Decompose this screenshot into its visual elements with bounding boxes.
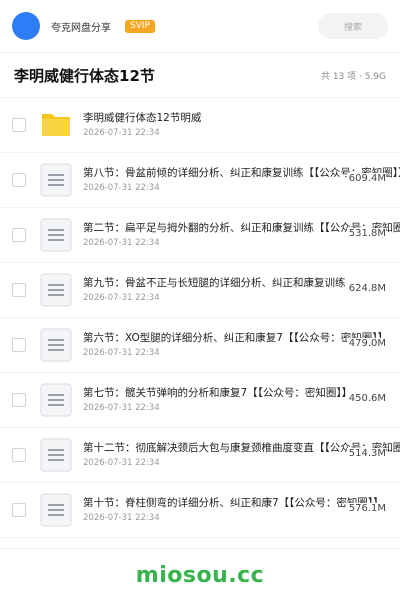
file-time: 2026-07-31 22:34 (83, 238, 160, 248)
file-row[interactable]: 李明威健行体态12节明威 2026-07-31 22:34 (0, 98, 400, 153)
video-file-icon (39, 218, 73, 252)
watermark: miosou.cc (135, 562, 265, 588)
file-time: 2026-07-31 22:34 (83, 128, 160, 138)
file-row[interactable]: 第十二节：彻底解决颈后大包与康复颈椎曲度变直【【公众号：密知圈】】 2026-07… (0, 428, 400, 483)
file-row[interactable]: 第二节：扁平足与拇外翻的分析、纠正和康复训练【【公众号：密知圈】】 2026-07… (0, 208, 400, 263)
file-meta: 李明威健行体态12节明威 2026-07-31 22:34 (83, 111, 400, 139)
file-size: 576.1M (346, 503, 386, 514)
search-button[interactable]: 搜索 (318, 13, 388, 39)
video-file-icon (39, 383, 73, 417)
file-time: 2026-07-31 22:34 (83, 513, 160, 523)
video-file-icon (39, 163, 73, 197)
video-file-icon (39, 438, 73, 472)
video-file-icon (39, 493, 73, 527)
file-size: 531.8M (346, 228, 386, 239)
page-title: 李明威健行体态12节 (14, 66, 155, 85)
file-row[interactable]: 第六节：XO型腿的详细分析、纠正和康复7【【公众号：密知圈】】 2026-07-3… (0, 318, 400, 373)
video-file-icon (39, 328, 73, 362)
svip-badge: SVIP (125, 19, 155, 33)
file-name[interactable]: 李明威健行体态12节明威 (83, 111, 400, 125)
file-row[interactable]: 第七节：髋关节弹响的分析和康复7【【公众号：密知圈】】 2026-07-31 22… (0, 373, 400, 428)
row-checkbox[interactable] (12, 118, 26, 132)
title-bar: 李明威健行体态12节 共 13 项 · 5.9G (0, 53, 400, 98)
video-file-icon (39, 273, 73, 307)
file-time: 2026-07-31 22:34 (83, 183, 160, 193)
row-checkbox[interactable] (12, 503, 26, 517)
footer: miosou.cc (0, 548, 400, 601)
file-time: 2026-07-31 22:34 (83, 403, 160, 413)
row-checkbox[interactable] (12, 173, 26, 187)
file-list: 李明威健行体态12节明威 2026-07-31 22:34 第八节：骨盆前倾的详细分… (0, 98, 400, 538)
share-page: 夸克网盘分享 SVIP 搜索 李明威健行体态12节 共 13 项 · 5.9G … (0, 0, 400, 601)
site-name: 夸克网盘分享 (51, 22, 111, 34)
item-summary: 共 13 项 · 5.9G (320, 71, 386, 82)
row-checkbox[interactable] (12, 283, 26, 297)
file-size: 609.4M (346, 173, 386, 184)
folder-icon (39, 108, 73, 142)
row-checkbox[interactable] (12, 448, 26, 462)
file-time: 2026-07-31 22:34 (83, 348, 160, 358)
file-row[interactable]: 第九节：骨盆不正与长短腿的详细分析、纠正和康复训练 2026-07-31 22:3… (0, 263, 400, 318)
file-row[interactable]: 第八节：骨盆前倾的详细分析、纠正和康复训练【【公众号：密知圈】】 2026-07-… (0, 153, 400, 208)
file-row[interactable]: 第十节：脊柱侧弯的详细分析、纠正和康7【【公众号：密知圈】】 2026-07-31… (0, 483, 400, 538)
file-time: 2026-07-31 22:34 (83, 293, 160, 303)
row-checkbox[interactable] (12, 338, 26, 352)
file-size: 450.6M (346, 393, 386, 404)
file-size: 479.0M (346, 338, 386, 349)
file-size: 514.3M (346, 448, 386, 459)
row-checkbox[interactable] (12, 393, 26, 407)
header: 夸克网盘分享 SVIP 搜索 (0, 0, 400, 53)
file-time: 2026-07-31 22:34 (83, 458, 160, 468)
file-size: 624.8M (346, 283, 386, 294)
avatar[interactable] (12, 12, 40, 40)
row-checkbox[interactable] (12, 228, 26, 242)
